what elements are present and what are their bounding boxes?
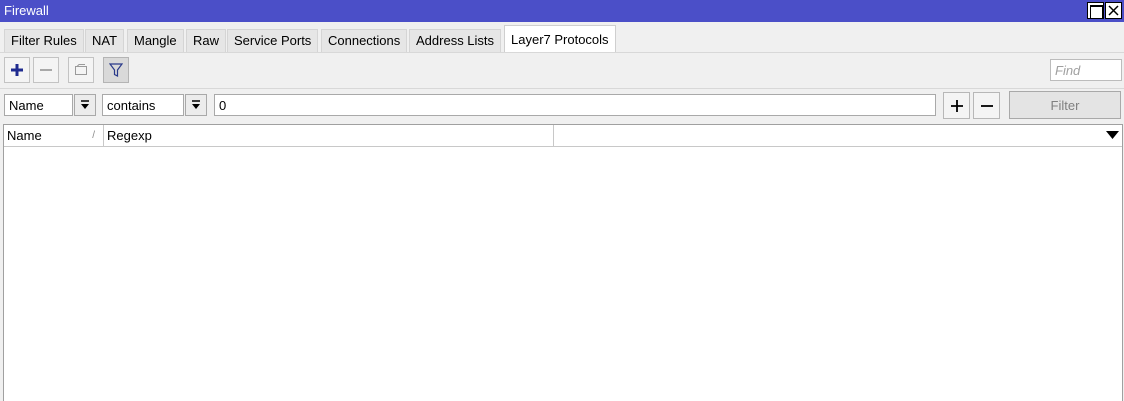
minus-icon	[981, 105, 993, 107]
minus-icon	[40, 69, 52, 71]
close-button[interactable]	[1105, 2, 1122, 19]
filter-toggle-button[interactable]	[103, 57, 129, 83]
comment-icon	[75, 64, 87, 75]
filter-operator-select[interactable]: contains	[102, 94, 184, 116]
tab-bar: Filter Rules NAT Mangle Raw Service Port…	[0, 22, 1124, 53]
window-title: Firewall	[4, 3, 49, 18]
find-input[interactable]: Find	[1050, 59, 1122, 81]
column-header-empty[interactable]	[554, 125, 1103, 146]
layer7-protocols-table: Name / Regexp	[3, 124, 1123, 401]
add-filter-button[interactable]	[943, 92, 970, 119]
columns-menu-button[interactable]	[1103, 125, 1122, 146]
tab-address-lists[interactable]: Address Lists	[409, 29, 502, 52]
tab-raw[interactable]: Raw	[186, 29, 227, 52]
tab-nat[interactable]: NAT	[85, 29, 125, 52]
toolbar	[0, 52, 1124, 88]
table-header: Name / Regexp	[4, 125, 1122, 147]
tab-connections[interactable]: Connections	[321, 29, 408, 52]
tab-mangle[interactable]: Mangle	[127, 29, 184, 52]
tab-layer7-protocols[interactable]: Layer7 Protocols	[504, 25, 616, 53]
filter-value-input[interactable]: 0	[214, 94, 936, 116]
tab-filter-rules[interactable]: Filter Rules	[4, 29, 84, 52]
close-icon	[1108, 5, 1119, 16]
title-bar: Firewall	[0, 0, 1124, 22]
sort-indicator-icon: /	[92, 130, 95, 141]
add-button[interactable]	[4, 57, 30, 83]
maximize-button[interactable]	[1087, 2, 1104, 19]
chevron-down-icon	[1106, 131, 1119, 139]
dropdown-arrow-icon	[81, 100, 89, 109]
filter-field-select[interactable]: Name	[4, 94, 73, 116]
apply-filter-button[interactable]: Filter	[1009, 91, 1121, 119]
column-header-name[interactable]: Name /	[4, 125, 104, 146]
tab-service-ports[interactable]: Service Ports	[227, 29, 319, 52]
plus-icon	[11, 64, 23, 76]
filter-field-dropdown[interactable]	[74, 94, 96, 116]
plus-icon	[951, 100, 963, 112]
column-label: Name	[7, 128, 42, 143]
column-header-regexp[interactable]: Regexp	[104, 125, 554, 146]
remove-filter-button[interactable]	[973, 92, 1000, 119]
remove-button[interactable]	[33, 57, 59, 83]
filter-operator-dropdown[interactable]	[185, 94, 207, 116]
comment-button[interactable]	[68, 57, 94, 83]
dropdown-arrow-icon	[192, 100, 200, 109]
funnel-icon	[109, 63, 123, 77]
